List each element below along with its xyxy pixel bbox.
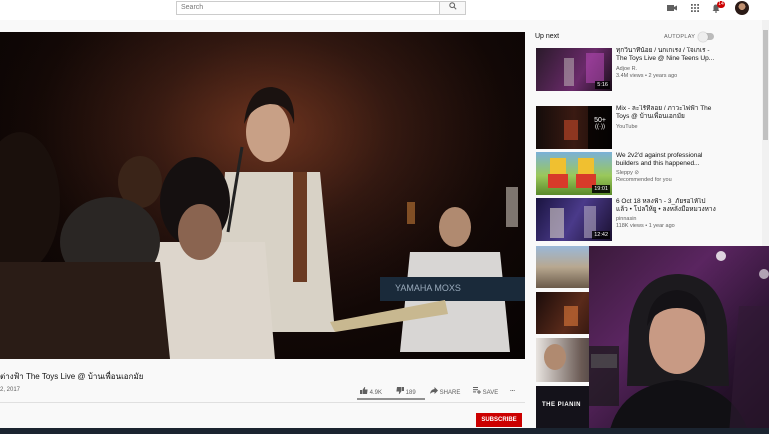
create-video-icon[interactable] [667,4,677,14]
duration-badge: 12:42 [592,231,610,239]
search-button[interactable] [440,1,466,15]
scrollbar-thumb[interactable] [763,30,768,140]
video-thumbnail[interactable]: 12:42 [536,198,612,241]
duration-badge: 5:16 [595,81,610,89]
share-icon [430,387,438,394]
like-button[interactable]: 4.9K [360,387,382,396]
upload-date: 2, 2017 [0,387,21,393]
channel-name[interactable]: Sleppy ⊘ [616,170,639,177]
thumbs-down-icon [396,387,404,394]
notification-badge: 14 [717,1,725,8]
video-meta: Recommended for you [616,177,672,183]
video-title[interactable]: ทุกวินาทีน้อย / นกเกเรง / ใจเกเร - The T… [616,47,716,63]
dislike-button[interactable]: 189 [396,387,416,396]
search-input[interactable]: Search [176,1,440,15]
thumbnail-text: THE PIANIN [542,402,582,408]
share-label: SHARE [439,390,461,396]
like-ratio-bar [357,398,425,400]
video-title[interactable]: Mix - ละไร้ที่ลอย / ภาวะไพ่ฟ้า The Toys … [616,105,716,121]
webcam-overlay [589,246,769,434]
save-button[interactable]: SAVE [473,387,498,396]
autoplay-label: AUTOPLAY [664,34,696,40]
channel-name[interactable]: Adjoe R. [616,66,637,73]
avatar[interactable] [735,1,749,15]
duration-badge: 19:01 [592,185,610,193]
playlist-add-icon [473,387,481,394]
video-meta: 3.4M views • 2 years ago [616,73,678,79]
divider [0,402,525,403]
mix-overlay: 50+ ((·)) [588,106,612,149]
channel-name[interactable]: YouTube [616,124,638,131]
video-meta: 118K views • 1 year ago [616,223,675,229]
up-next-heading: Up next [535,33,560,40]
search-icon [448,2,457,10]
like-count: 4.9K [369,390,383,396]
more-actions-button[interactable]: ... [510,387,515,393]
taskbar [0,428,769,434]
video-thumbnail[interactable]: 5:16 [536,48,612,91]
video-title: ต่างฟ้า The Toys Live @ บ้านเพื่อนเอกมัย [0,372,144,381]
apps-grid-icon[interactable] [690,4,700,14]
save-label: SAVE [482,390,499,396]
webcam-feed [589,251,769,434]
svg-text:YAMAHA MOXS: YAMAHA MOXS [395,283,461,293]
video-title[interactable]: 6 Oct 18 หลงฟ้า - 3_ภัยรอไห้ไปแล้ว • โปล… [616,198,716,214]
video-frame: YAMAHA MOXS [0,32,525,359]
dislike-count: 189 [405,390,416,396]
video-thumbnail[interactable]: 19:01 [536,152,612,195]
thumbs-up-icon [360,387,368,394]
video-title[interactable]: We 2v2'd against professional builders a… [616,152,716,168]
channel-name[interactable]: pinnasin [616,216,637,223]
video-thumbnail[interactable]: 50+ ((·)) [536,106,612,149]
subscribe-button[interactable]: SUBSCRIBE [476,413,522,427]
share-button[interactable]: SHARE [430,387,460,396]
video-player[interactable]: YAMAHA MOXS [0,32,525,359]
autoplay-toggle-knob[interactable] [698,31,708,42]
